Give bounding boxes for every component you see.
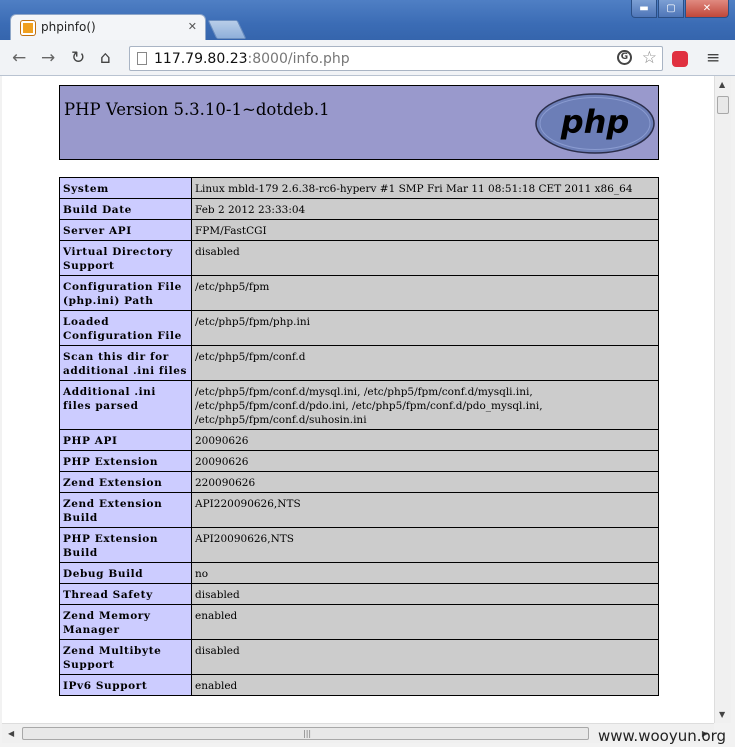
home-icon[interactable]: ⌂ [100, 48, 111, 68]
directive-name: Zend Multibyte Support [59, 639, 192, 675]
directive-value: no [191, 562, 659, 584]
table-row: Zend Extension Build API220090626,NTS [59, 492, 659, 528]
scroll-down-icon[interactable]: ▼ [719, 710, 725, 719]
directive-name: Debug Build [59, 562, 192, 584]
browser-tab[interactable]: phpinfo() ✕ [10, 14, 206, 40]
directive-name: Zend Extension [59, 471, 192, 493]
directive-name: Build Date [59, 198, 192, 220]
directive-value: /etc/php5/fpm/conf.d [191, 345, 659, 381]
directive-name: Configuration File (php.ini) Path [59, 275, 192, 311]
back-arrow-icon[interactable]: ← [12, 48, 26, 68]
directive-name: Additional .ini files parsed [59, 380, 192, 430]
page-icon [137, 52, 147, 65]
table-row: IPv6 Support enabled [59, 674, 659, 696]
title-bar: phpinfo() ✕ ▬ ▢ ✕ [0, 0, 735, 40]
table-row: Debug Build no [59, 562, 659, 584]
php-logo[interactable]: php [535, 93, 655, 154]
page-viewport: PHP Version 5.3.10-1~dotdeb.1 php System… [2, 76, 714, 723]
table-row: Zend Multibyte Support disabled [59, 639, 659, 675]
table-row: Zend Memory Manager enabled [59, 604, 659, 640]
php-favicon-icon [21, 21, 35, 35]
table-row: Additional .ini files parsed/etc/php5/fp… [59, 380, 659, 430]
watermark: www.wooyun.org [598, 727, 727, 745]
directive-name: Thread Safety [59, 583, 192, 605]
directive-name: IPv6 Support [59, 674, 192, 696]
browser-toolbar: ← → ↻ ⌂ 117.79.80.23:8000/info.php G ☆ ≡ [0, 40, 735, 76]
table-row: Configuration File (php.ini) Path/etc/ph… [59, 275, 659, 311]
directive-name: PHP Extension [59, 450, 192, 472]
table-row: Virtual Directory Support disabled [59, 240, 659, 276]
tab-title: phpinfo() [41, 20, 96, 34]
table-row: Zend Extension 220090626 [59, 471, 659, 493]
tab-close-icon[interactable]: ✕ [188, 20, 197, 33]
table-row: Thread Safety disabled [59, 583, 659, 605]
vertical-scrollbar[interactable]: ▲ ▼ [714, 76, 731, 723]
bookmark-star-icon[interactable]: ☆ [642, 48, 657, 68]
directive-value: FPM/FastCGI [191, 219, 659, 241]
directive-value: disabled [191, 583, 659, 605]
scroll-left-icon[interactable]: ◀ [8, 729, 14, 738]
directive-value: 20090626 [191, 450, 659, 472]
php-version-header: PHP Version 5.3.10-1~dotdeb.1 php [59, 85, 659, 160]
directive-name: Zend Extension Build [59, 492, 192, 528]
directive-value: /etc/php5/fpm/conf.d/mysql.ini, /etc/php… [191, 380, 659, 430]
scroll-up-icon[interactable]: ▲ [719, 80, 725, 89]
close-window-button[interactable]: ✕ [685, 0, 729, 18]
directive-name: PHP API [59, 429, 192, 451]
table-row: Build Date Feb 2 2012 23:33:04 [59, 198, 659, 220]
directive-value: API20090626,NTS [191, 527, 659, 563]
php-info-table: System Linux mbld-179 2.6.38-rc6-hyperv #… [59, 177, 659, 696]
directive-value: /etc/php5/fpm [191, 275, 659, 311]
maximize-button[interactable]: ▢ [658, 0, 684, 18]
php-logo-text: php [560, 103, 630, 141]
directive-value: 220090626 [191, 471, 659, 493]
directive-value: Linux mbld-179 2.6.38-rc6-hyperv #1 SMP … [191, 177, 659, 199]
minimize-button[interactable]: ▬ [631, 0, 657, 18]
directive-value: 20090626 [191, 429, 659, 451]
window-controls: ▬ ▢ ✕ [630, 0, 729, 19]
google-translate-icon[interactable]: G [617, 50, 632, 65]
directive-name: PHP Extension Build [59, 527, 192, 563]
table-row: PHP API 20090626 [59, 429, 659, 451]
new-tab-button[interactable] [207, 20, 247, 39]
directive-name: System [59, 177, 192, 199]
forward-arrow-icon[interactable]: → [41, 48, 55, 68]
directive-value: disabled [191, 240, 659, 276]
directive-name: Virtual Directory Support [59, 240, 192, 276]
directive-value: enabled [191, 674, 659, 696]
url-text: 117.79.80.23:8000/info.php [154, 51, 350, 67]
reload-icon[interactable]: ↻ [71, 48, 85, 68]
table-row: PHP Extension 20090626 [59, 450, 659, 472]
table-row: System Linux mbld-179 2.6.38-rc6-hyperv #… [59, 177, 659, 199]
address-bar[interactable]: 117.79.80.23:8000/info.php G ☆ [129, 46, 663, 71]
directive-name: Scan this dir for additional .ini files [59, 345, 192, 381]
directive-value: enabled [191, 604, 659, 640]
horizontal-scroll-thumb[interactable]: ||| [22, 727, 589, 740]
menu-icon[interactable]: ≡ [706, 50, 720, 67]
table-row: Scan this dir for additional .ini files /… [59, 345, 659, 381]
directive-name: Server API [59, 219, 192, 241]
table-row: PHP Extension Build API20090626,NTS [59, 527, 659, 563]
directive-value: disabled [191, 639, 659, 675]
extension-icon[interactable] [672, 51, 688, 67]
directive-value: API220090626,NTS [191, 492, 659, 528]
directive-name: Zend Memory Manager [59, 604, 192, 640]
vertical-scroll-thumb[interactable] [717, 96, 729, 114]
directive-value: Feb 2 2012 23:33:04 [191, 198, 659, 220]
page-title: PHP Version 5.3.10-1~dotdeb.1 [64, 100, 330, 119]
directive-value: /etc/php5/fpm/php.ini [191, 310, 659, 346]
table-row: Server API FPM/FastCGI [59, 219, 659, 241]
directive-name: Loaded Configuration File [59, 310, 192, 346]
table-row: Loaded Configuration File/etc/php5/fpm/p… [59, 310, 659, 346]
